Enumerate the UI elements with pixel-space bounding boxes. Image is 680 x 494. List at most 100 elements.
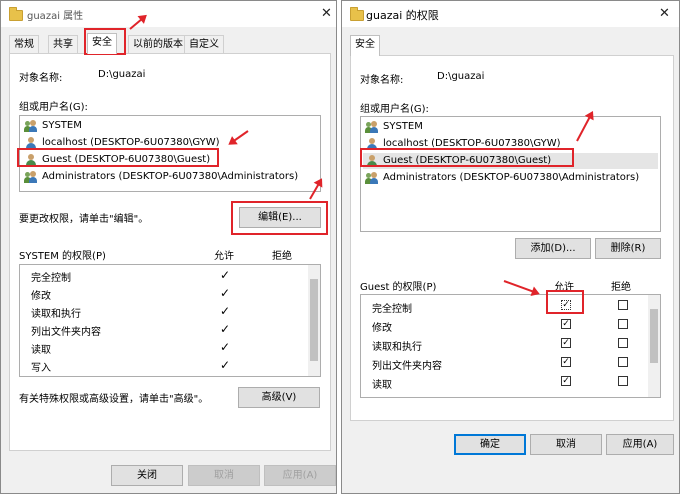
permission-label: 列出文件夹内容 [372, 361, 442, 372]
user-icon [25, 137, 37, 149]
user-label: Administrators (DESKTOP-6U07380\Administ… [42, 171, 299, 182]
group-icon [365, 172, 378, 184]
edit-button[interactable]: 编辑(E)... [239, 207, 321, 228]
window-title: guazai 属性 [27, 11, 84, 22]
deny-checkbox-read[interactable] [618, 376, 628, 386]
close-button[interactable]: 关闭 [111, 465, 183, 486]
tab-general[interactable]: 常规 [9, 35, 39, 53]
tab-security[interactable]: 安全 [350, 35, 380, 56]
list-item-administrators[interactable]: Administrators (DESKTOP-6U07380\Administ… [22, 169, 318, 185]
object-name-label: 对象名称: [360, 75, 404, 86]
allow-checkbox-read-execute[interactable]: ✓ [561, 338, 571, 348]
tab-customize[interactable]: 自定义 [184, 35, 224, 53]
check-mark-icon: ✓ [220, 268, 231, 282]
allow-header: 允许 [214, 251, 234, 262]
permission-label: 读取 [31, 345, 51, 356]
user-label: localhost (DESKTOP-6U07380\GYW) [383, 138, 561, 149]
properties-window: guazai 属性 ✕ 常规 共享 安全 以前的版本 自定义 对象名称: D:\… [0, 0, 337, 494]
user-label: Guest (DESKTOP-6U07380\Guest) [42, 154, 211, 165]
user-label: Guest (DESKTOP-6U07380\Guest) [383, 155, 552, 166]
window-title: guazai 的权限 [366, 9, 439, 22]
permissions-window: guazai 的权限 ✕ 安全 对象名称: D:\guazai 组或用户名(G)… [341, 0, 680, 494]
permissions-list: 完全控制 ✓ 修改 ✓ 读取和执行 ✓ 列出文件夹内容 ✓ 读取 ✓ 写入 [360, 294, 661, 398]
deny-checkbox-list-folder[interactable] [618, 357, 628, 367]
permissions-title: Guest 的权限(P) [360, 282, 437, 293]
list-item-administrators[interactable]: Administrators (DESKTOP-6U07380\Administ… [363, 170, 658, 186]
permission-label: 修改 [372, 323, 392, 334]
deny-header: 拒绝 [272, 251, 292, 262]
allow-header: 允许 [554, 282, 574, 293]
check-mark-icon: ✓ [220, 322, 231, 336]
user-label: localhost (DESKTOP-6U07380\GYW) [42, 137, 220, 148]
scrollbar-thumb[interactable] [650, 309, 658, 363]
list-item-guest[interactable]: Guest (DESKTOP-6U07380\Guest) [363, 153, 658, 169]
object-name-label: 对象名称: [19, 73, 63, 84]
tab-security[interactable]: 安全 [87, 33, 117, 54]
check-mark-icon: ✓ [220, 286, 231, 300]
permission-label: 完全控制 [31, 273, 71, 284]
close-icon[interactable]: ✕ [659, 6, 670, 21]
title-bar: guazai 属性 ✕ [1, 1, 336, 27]
group-users-label: 组或用户名(G): [360, 104, 429, 115]
allow-checkbox-modify[interactable]: ✓ [561, 319, 571, 329]
scrollbar[interactable] [308, 265, 320, 376]
object-name-value: D:\guazai [437, 71, 485, 82]
ok-button[interactable]: 确定 [454, 434, 526, 455]
object-name-value: D:\guazai [98, 69, 146, 80]
permission-label: 修改 [31, 291, 51, 302]
permissions-list: 完全控制 ✓ 修改 ✓ 读取和执行 ✓ 列出文件夹内容 ✓ 读取 ✓ 写入 ✓ [19, 264, 321, 377]
close-icon[interactable]: ✕ [321, 6, 332, 21]
special-permissions-hint: 有关特殊权限或高级设置，请单击"高级"。 [19, 394, 209, 405]
folder-icon [350, 7, 364, 21]
permissions-title: SYSTEM 的权限(P) [19, 251, 106, 262]
tab-sharing[interactable]: 共享 [48, 35, 78, 53]
list-item-guest[interactable]: Guest (DESKTOP-6U07380\Guest) [22, 152, 318, 168]
list-item-system[interactable]: SYSTEM [22, 118, 318, 134]
tab-previous-versions[interactable]: 以前的版本 [128, 35, 188, 53]
permission-label: 写入 [31, 363, 51, 374]
group-icon [365, 121, 378, 133]
deny-checkbox-modify[interactable] [618, 319, 628, 329]
scrollbar[interactable] [648, 295, 660, 397]
list-item-localhost[interactable]: localhost (DESKTOP-6U07380\GYW) [22, 135, 318, 151]
users-list[interactable]: SYSTEM localhost (DESKTOP-6U07380\GYW) G… [360, 116, 661, 232]
title-bar: guazai 的权限 ✕ [342, 1, 679, 27]
group-icon [24, 120, 37, 132]
change-permissions-hint: 要更改权限，请单击"编辑"。 [19, 214, 149, 225]
scrollbar-thumb[interactable] [310, 279, 318, 361]
deny-checkbox-read-execute[interactable] [618, 338, 628, 348]
permission-label: 读取和执行 [31, 309, 81, 320]
user-icon [25, 154, 37, 166]
user-label: SYSTEM [42, 120, 82, 131]
user-icon [366, 155, 378, 167]
permission-label: 读取 [372, 380, 392, 391]
user-label: Administrators (DESKTOP-6U07380\Administ… [383, 172, 640, 183]
permission-label: 读取和执行 [372, 342, 422, 353]
apply-button[interactable]: 应用(A) [264, 465, 336, 486]
list-item-localhost[interactable]: localhost (DESKTOP-6U07380\GYW) [363, 136, 658, 152]
cancel-button[interactable]: 取消 [530, 434, 602, 455]
add-button[interactable]: 添加(D)... [515, 238, 591, 259]
apply-button[interactable]: 应用(A) [606, 434, 674, 455]
cancel-button[interactable]: 取消 [188, 465, 260, 486]
check-mark-icon: ✓ [220, 340, 231, 354]
deny-header: 拒绝 [611, 282, 631, 293]
permission-label: 写入 [372, 394, 392, 397]
remove-button[interactable]: 删除(R) [595, 238, 661, 259]
user-label: SYSTEM [383, 121, 423, 132]
user-icon [366, 138, 378, 150]
check-mark-icon: ✓ [220, 304, 231, 318]
allow-checkbox-full-control[interactable]: ✓ [561, 300, 571, 310]
list-item-system[interactable]: SYSTEM [363, 119, 658, 135]
allow-checkbox-read[interactable]: ✓ [561, 376, 571, 386]
folder-icon [9, 7, 23, 21]
advanced-button[interactable]: 高级(V) [238, 387, 320, 408]
deny-checkbox-full-control[interactable] [618, 300, 628, 310]
permission-label: 完全控制 [372, 304, 412, 315]
group-users-label: 组或用户名(G): [19, 102, 88, 113]
allow-checkbox-list-folder[interactable]: ✓ [561, 357, 571, 367]
security-page: 对象名称: D:\guazai 组或用户名(G): SYSTEM localho… [9, 53, 331, 451]
check-mark-icon: ✓ [220, 358, 231, 372]
users-list[interactable]: SYSTEM localhost (DESKTOP-6U07380\GYW) G… [19, 115, 321, 192]
permission-label: 列出文件夹内容 [31, 327, 101, 338]
